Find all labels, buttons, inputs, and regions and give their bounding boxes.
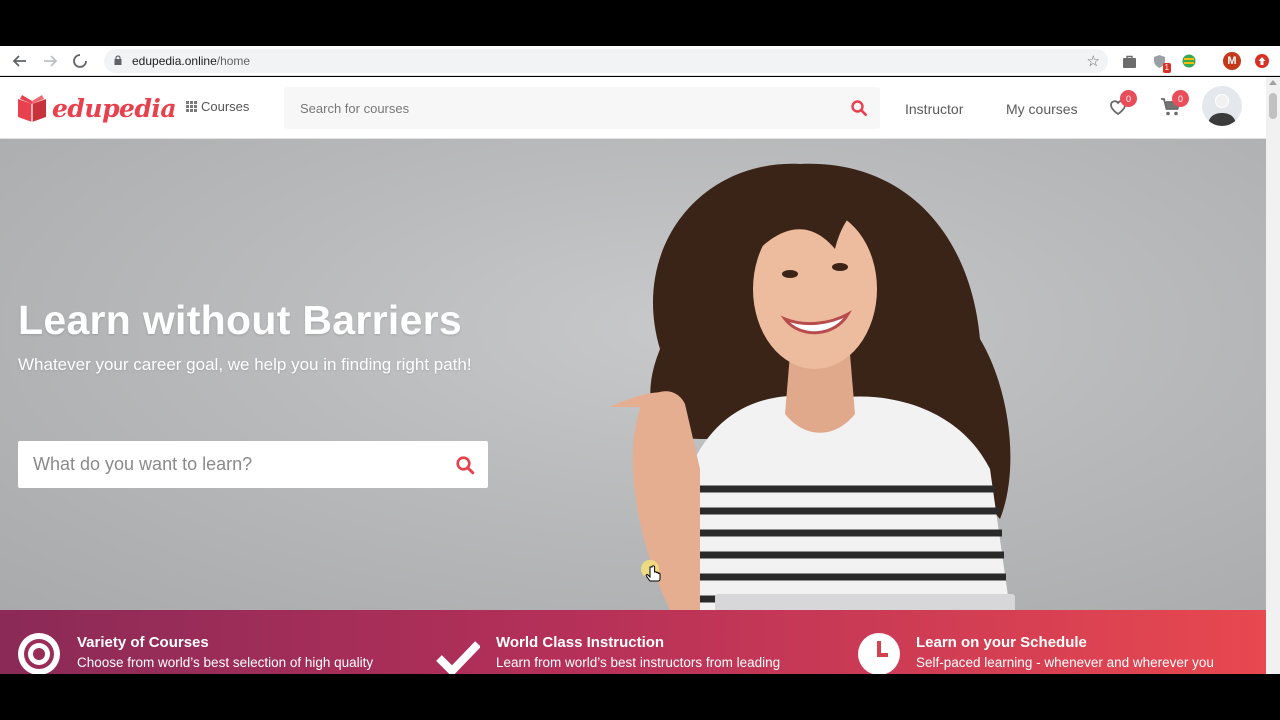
- url-path: /home: [216, 54, 251, 68]
- feature-desc: Self-paced learning - whenever and where…: [916, 655, 1214, 670]
- hero-title: Learn without Barriers: [18, 297, 463, 343]
- bottom-letterbox: [0, 674, 1280, 720]
- logo-text: edupedia: [52, 93, 177, 123]
- scroll-up-arrow-icon[interactable]: [1269, 80, 1277, 85]
- search-icon[interactable]: [850, 99, 868, 117]
- url-host: edupedia.online: [132, 54, 217, 68]
- cart-button[interactable]: 0: [1160, 90, 1189, 119]
- lock-icon: [114, 55, 122, 65]
- feature-instruction: World Class Instruction Learn from world…: [420, 610, 840, 677]
- feature-title: World Class Instruction: [496, 634, 665, 651]
- feature-schedule: Learn on your Schedule Self-paced learni…: [840, 610, 1266, 675]
- extension-globe-icon[interactable]: [1180, 52, 1198, 70]
- loading-stop-icon[interactable]: [70, 51, 90, 71]
- browser-viewport: edupedia.online/home ☆ 1 M edupedia Cour…: [0, 0, 1280, 720]
- features-bar: Variety of Courses Choose from world’s b…: [0, 610, 1266, 677]
- bookmark-star-icon[interactable]: ☆: [1087, 52, 1100, 70]
- edupedia-logo[interactable]: edupedia: [16, 90, 177, 126]
- hero-subtitle: Whatever your career goal, we help you i…: [18, 355, 472, 374]
- forward-arrow-icon[interactable]: [40, 51, 60, 71]
- update-icon[interactable]: [1253, 52, 1271, 70]
- scroll-thumb[interactable]: [1269, 93, 1277, 119]
- my-courses-link[interactable]: My courses: [1006, 101, 1078, 117]
- page-scrollbar[interactable]: [1266, 77, 1280, 674]
- instructor-link[interactable]: Instructor: [905, 101, 963, 117]
- feature-desc: Learn from world’s best instructors from…: [496, 655, 781, 670]
- profile-initial: M: [1227, 55, 1237, 67]
- wishlist-count-badge: 0: [1120, 90, 1137, 107]
- search-icon[interactable]: [455, 455, 475, 475]
- hero-woman-photo: [610, 163, 1015, 610]
- header-search-bar: [284, 87, 880, 129]
- extension-badge: 1: [1162, 63, 1171, 73]
- grid-icon: [186, 101, 197, 112]
- profile-avatar-button[interactable]: M: [1223, 52, 1241, 70]
- site-header: edupedia Courses Instructor My courses 0…: [0, 77, 1266, 139]
- feature-variety: Variety of Courses Choose from world’s b…: [0, 610, 420, 675]
- extension-bag-icon[interactable]: [1120, 52, 1138, 70]
- header-search-input[interactable]: [284, 87, 834, 129]
- feature-title: Variety of Courses: [77, 634, 209, 651]
- mouse-cursor-hand-icon: [641, 560, 661, 582]
- cart-count-badge: 0: [1172, 90, 1189, 107]
- courses-menu-button[interactable]: Courses: [186, 99, 249, 114]
- book-logo-icon: [18, 95, 46, 122]
- clock-icon: [858, 633, 900, 675]
- browser-toolbar: edupedia.online/home ☆ 1 M: [0, 46, 1280, 76]
- courses-menu-label: Courses: [201, 99, 250, 114]
- feature-desc: Choose from world’s best selection of hi…: [77, 655, 374, 670]
- extension-shield-icon[interactable]: 1: [1150, 52, 1171, 73]
- wishlist-button[interactable]: 0: [1108, 90, 1137, 119]
- hero-search-box: [18, 441, 488, 488]
- feature-title: Learn on your Schedule: [916, 634, 1087, 651]
- url-text: edupedia.online/home: [132, 54, 250, 68]
- user-avatar[interactable]: [1202, 86, 1242, 126]
- hero-search-input[interactable]: [18, 441, 438, 488]
- back-arrow-icon[interactable]: [10, 51, 30, 71]
- user-avatar-icon: [1208, 94, 1236, 126]
- target-icon: [18, 633, 60, 675]
- hero-section: Learn without Barriers Whatever your car…: [0, 139, 1266, 610]
- url-bar[interactable]: edupedia.online/home ☆: [104, 49, 1108, 73]
